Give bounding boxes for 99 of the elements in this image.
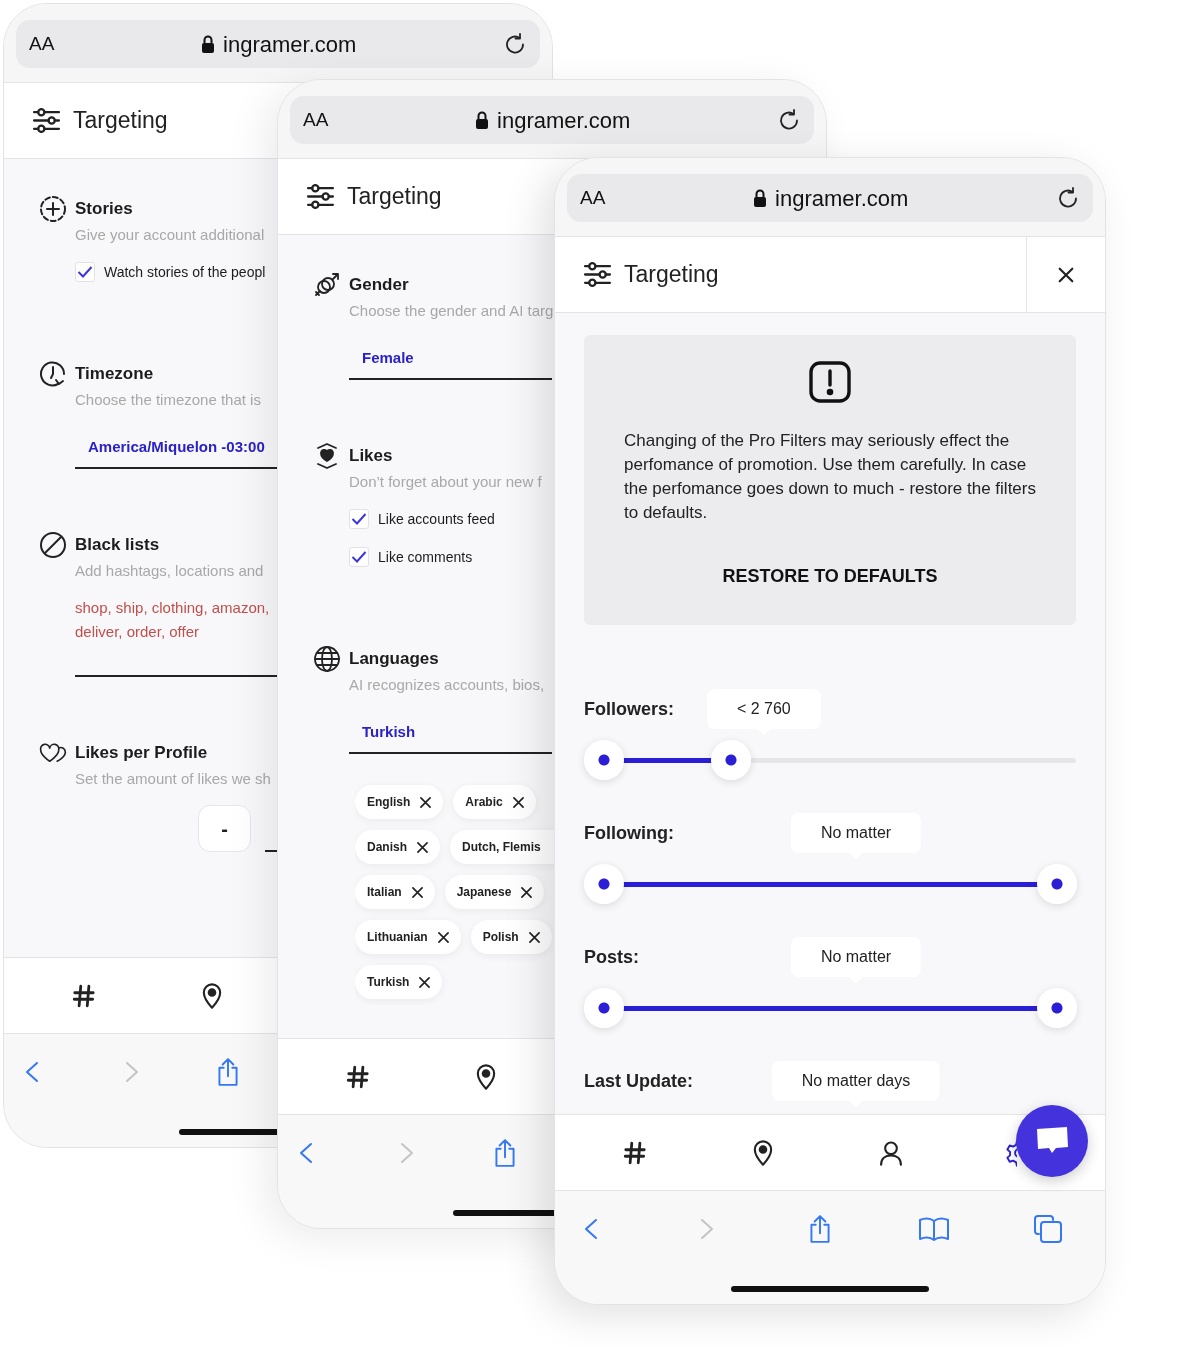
language-tag[interactable]: Arabic xyxy=(453,785,536,819)
lock-icon xyxy=(201,35,216,53)
address-bar[interactable]: AA ingramer.com xyxy=(16,20,540,68)
section-description: Add hashtags, locations and xyxy=(75,561,264,581)
alert-icon xyxy=(809,361,851,403)
language-tag[interactable]: Lithuanian xyxy=(355,920,461,954)
checkbox[interactable] xyxy=(349,547,369,567)
remove-icon[interactable] xyxy=(521,886,533,898)
language-tag[interactable]: English xyxy=(355,785,444,819)
select-field[interactable]: Turkish xyxy=(349,695,552,754)
tag-label: Japanese xyxy=(456,884,512,901)
checkbox[interactable] xyxy=(349,509,369,529)
url-text: ingramer.com xyxy=(223,30,357,59)
tag-label: Italian xyxy=(367,884,402,901)
slider-thumb[interactable] xyxy=(584,740,624,780)
add-circle-icon xyxy=(39,195,67,223)
reload-icon[interactable] xyxy=(503,32,527,56)
tag-label: English xyxy=(367,794,411,811)
reload-icon[interactable] xyxy=(777,108,801,132)
tag-label: Arabic xyxy=(465,794,503,811)
address-bar[interactable]: AA ingramer.com xyxy=(567,174,1093,222)
blocked-icon xyxy=(39,531,67,559)
range-slider[interactable] xyxy=(584,864,1076,904)
page-title: Targeting xyxy=(73,106,168,136)
slider-thumb[interactable] xyxy=(584,864,624,904)
checkbox-label: Watch stories of the peopl xyxy=(104,262,266,282)
hearts-icon xyxy=(39,741,67,765)
tag-label: Lithuanian xyxy=(367,929,428,946)
tag-label: Turkish xyxy=(367,974,410,991)
slider-thumb[interactable] xyxy=(710,740,751,780)
section-description: Don’t forget about your new f xyxy=(349,472,542,492)
text-size-button[interactable]: AA xyxy=(29,29,55,59)
bookmarks-icon[interactable] xyxy=(918,1216,950,1242)
url-text: ingramer.com xyxy=(497,106,631,135)
language-tag[interactable]: Italian xyxy=(355,875,435,909)
remove-icon[interactable] xyxy=(419,976,431,988)
address-bar[interactable]: AA ingramer.com xyxy=(290,96,814,144)
text-size-button[interactable]: AA xyxy=(303,105,329,135)
sliders-icon xyxy=(306,184,335,209)
filter-label: Posts: xyxy=(584,945,639,969)
language-tag[interactable]: Polish xyxy=(470,920,552,954)
remove-icon[interactable] xyxy=(528,931,540,943)
section-title: Stories xyxy=(75,198,133,220)
section-title: Languages xyxy=(349,648,439,670)
text-size-button[interactable]: AA xyxy=(580,183,606,213)
section-title: Likes xyxy=(349,445,393,467)
filter-label: Followers: xyxy=(584,697,674,721)
section-title: Timezone xyxy=(75,363,154,385)
tag-label: Dutch, Flemis xyxy=(462,839,541,856)
slider-thumb[interactable] xyxy=(1037,864,1077,904)
language-tag[interactable]: Turkish xyxy=(355,965,443,999)
sliders-icon xyxy=(32,108,61,133)
section-description: Choose the timezone that is xyxy=(75,390,261,410)
section-title: Black lists xyxy=(75,534,160,556)
checkbox-label: Like accounts feed xyxy=(378,509,495,529)
slider-thumb[interactable] xyxy=(584,988,624,1028)
filter-label: Last Update: xyxy=(584,1069,693,1093)
remove-icon[interactable] xyxy=(512,796,524,808)
select-field[interactable]: Female xyxy=(349,321,552,380)
tag-label: Danish xyxy=(367,839,407,856)
hashtag-icon[interactable] xyxy=(71,982,97,1009)
sliders-icon xyxy=(583,262,612,287)
tabs-icon[interactable] xyxy=(1033,1214,1063,1244)
slider-thumb[interactable] xyxy=(1037,988,1077,1028)
section-description: Set the amount of likes we sh xyxy=(75,769,271,789)
page-title: Targeting xyxy=(347,182,442,212)
reload-icon[interactable] xyxy=(1056,186,1080,210)
lock-icon xyxy=(753,189,768,207)
restore-defaults-button[interactable]: RESTORE TO DEFAULTS xyxy=(722,563,938,590)
clock-icon xyxy=(39,360,67,388)
url-text: ingramer.com xyxy=(775,184,909,213)
section-description: Choose the gender and AI targ xyxy=(349,301,554,321)
language-tag[interactable]: Dutch, Flemis xyxy=(450,830,554,864)
section-description: AI recognizes accounts, bios, xyxy=(349,675,545,695)
range-slider[interactable] xyxy=(584,740,1076,780)
remove-icon[interactable] xyxy=(411,886,423,898)
remove-icon[interactable] xyxy=(437,931,449,943)
checkbox-label: Like comments xyxy=(378,547,473,567)
section-title: Likes per Profile xyxy=(75,742,208,764)
language-tag[interactable]: Danish xyxy=(355,830,440,864)
section-description: Give your account additional xyxy=(75,225,265,245)
remove-icon[interactable] xyxy=(420,796,432,808)
tag-label: Polish xyxy=(482,929,519,946)
page-title: Targeting xyxy=(624,260,719,290)
lock-icon xyxy=(475,111,490,129)
checkbox[interactable] xyxy=(75,262,95,282)
globe-icon xyxy=(313,645,341,673)
hashtag-icon[interactable] xyxy=(345,1063,371,1090)
warning-message: Changing of the Pro Filters may seriously effect the perfomance of promotion. Use them carefully. In case the perfomance goes down to much - restore the filters to defaults. xyxy=(624,430,1036,524)
share-icon[interactable] xyxy=(807,1214,833,1244)
hashtag-icon[interactable] xyxy=(622,1139,648,1166)
decrement-button[interactable]: - xyxy=(198,805,251,852)
range-slider[interactable] xyxy=(584,988,1076,1028)
section-title: Gender xyxy=(349,274,409,296)
filter-label: Following: xyxy=(584,821,674,845)
close-icon[interactable] xyxy=(1057,265,1075,284)
remove-icon[interactable] xyxy=(417,841,428,853)
gender-icon xyxy=(313,271,341,299)
language-tag[interactable]: Japanese xyxy=(444,875,545,909)
